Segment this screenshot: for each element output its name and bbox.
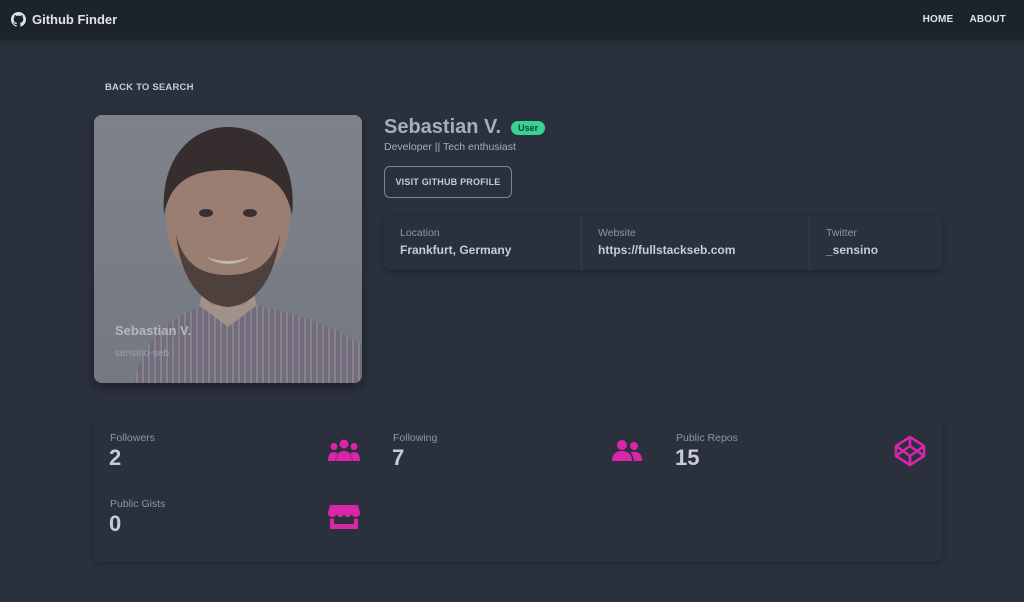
github-icon	[11, 12, 26, 27]
back-to-search-button[interactable]: BACK TO SEARCH	[94, 76, 205, 98]
avatar-overlay	[94, 115, 362, 383]
nav-links: HOME ABOUT	[915, 8, 1014, 31]
navbar: Github Finder HOME ABOUT	[0, 0, 1024, 39]
avatar-card: Sebastian V. sensino-seb	[94, 115, 362, 383]
website-stat: Website https://fullstackseb.com	[582, 216, 810, 270]
website-label: Website	[598, 227, 636, 239]
website-link[interactable]: https://fullstackseb.com	[598, 243, 793, 257]
profile-info-stats: Location Frankfurt, Germany Website http…	[384, 216, 942, 270]
followers-label: Followers	[110, 432, 155, 444]
avatar-caption-login: sensino-seb	[115, 348, 169, 359]
brand[interactable]: Github Finder	[11, 12, 117, 27]
visit-github-profile-button[interactable]: VISIT GITHUB PROFILE	[384, 166, 512, 198]
avatar-caption-name: Sebastian V.	[115, 323, 192, 338]
public-gists-label: Public Gists	[110, 498, 166, 510]
nav-home-link[interactable]: HOME	[915, 8, 962, 31]
user-type-badge: User	[511, 120, 546, 135]
public-repos-stat: Public Repos 15	[660, 417, 943, 477]
profile-bio: Developer || Tech enthusiast	[384, 141, 516, 153]
twitter-stat: Twitter _sensino	[810, 216, 942, 270]
profile-header: Sebastian V. User	[384, 116, 546, 139]
followers-value: 2	[109, 445, 122, 470]
user-friends-icon	[610, 437, 644, 465]
public-repos-label: Public Repos	[676, 432, 738, 444]
store-icon	[327, 503, 361, 531]
users-icon	[327, 437, 361, 465]
twitter-link[interactable]: _sensino	[826, 243, 926, 257]
twitter-label: Twitter	[826, 227, 857, 239]
following-label: Following	[393, 432, 438, 444]
following-value: 7	[392, 445, 405, 470]
followers-stat: Followers 2	[94, 417, 377, 477]
public-gists-value: 0	[109, 511, 122, 536]
public-gists-stat: Public Gists 0	[94, 483, 377, 543]
location-value: Frankfurt, Germany	[400, 243, 512, 257]
location-stat: Location Frankfurt, Germany	[384, 216, 582, 270]
public-repos-value: 15	[675, 445, 700, 470]
profile-counts: Followers 2 Following 7 Public Repos 15 …	[94, 417, 942, 562]
nav-about-link[interactable]: ABOUT	[961, 8, 1014, 31]
following-stat: Following 7	[377, 417, 660, 477]
profile-name: Sebastian V.	[384, 116, 502, 138]
location-label: Location	[400, 227, 440, 239]
codepen-icon	[893, 434, 927, 467]
brand-title: Github Finder	[32, 12, 118, 27]
